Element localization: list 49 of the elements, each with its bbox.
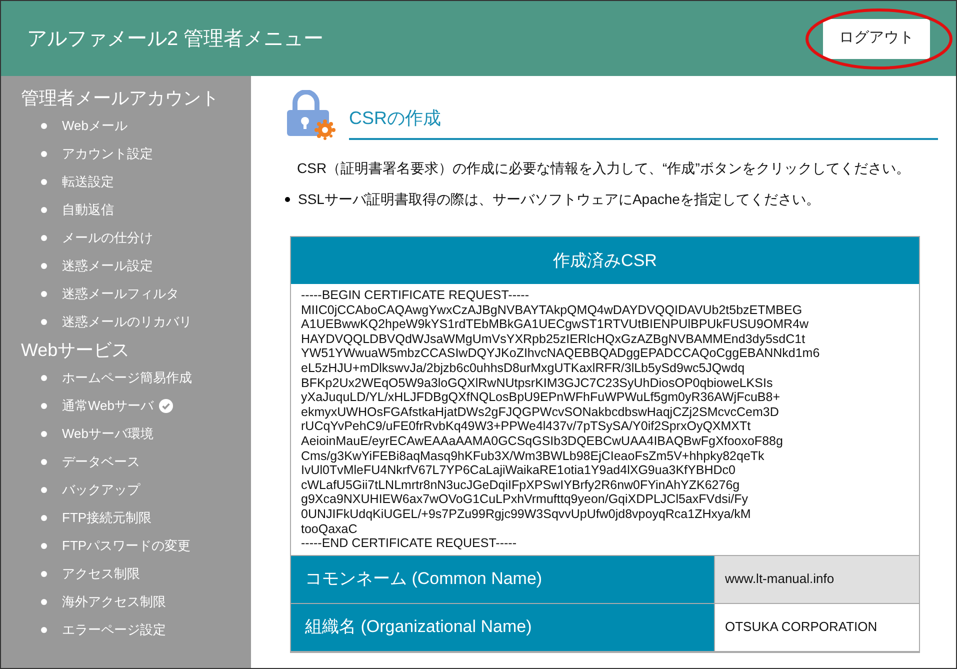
sidebar-link[interactable]: FTPパスワードの変更 [62, 536, 191, 556]
logout-button[interactable]: ログアウト [823, 18, 930, 58]
page-title: CSRの作成 [349, 108, 442, 128]
sidebar-link[interactable]: ホームページ簡易作成 [62, 368, 192, 388]
bullet-icon [41, 319, 47, 325]
bullet-icon [41, 431, 47, 437]
sidebar-link[interactable]: 通常Webサーバ [62, 396, 154, 416]
bullet-icon [41, 515, 47, 521]
sidebar-link[interactable]: 自動返信 [62, 200, 114, 220]
bullet-icon [41, 207, 47, 213]
app-title: アルファメール2 管理者メニュー [27, 26, 324, 52]
bullet-icon [41, 627, 47, 633]
bullet-icon [41, 375, 47, 381]
intro-text: CSR（証明書署名要求）の作成に必要な情報を入力して、“作成”ボタンをクリックしてください。 [297, 159, 910, 178]
sidebar-link[interactable]: Webサーバ環境 [62, 424, 154, 444]
sidebar-link[interactable]: 海外アクセス制限 [62, 592, 166, 612]
field-label: コモンネーム (Common Name) [291, 556, 715, 603]
sidebar-link[interactable]: エラーページ設定 [62, 620, 166, 640]
sidebar-link[interactable]: 転送設定 [62, 172, 114, 192]
bullet-icon [41, 235, 47, 241]
bullet-icon [285, 197, 290, 202]
sidebar-link[interactable]: メールの仕分け [62, 228, 153, 248]
sidebar-link[interactable]: Webメール [62, 116, 128, 136]
bullet-icon [41, 571, 47, 577]
bullet-icon [41, 487, 47, 493]
sidebar-link[interactable]: 迷惑メール設定 [62, 256, 153, 276]
bullet-icon [41, 403, 47, 409]
bullet-icon [41, 543, 47, 549]
sidebar-link[interactable]: FTP接続元制限 [62, 508, 152, 528]
bullet-icon [41, 599, 47, 605]
sidebar-link[interactable]: データベース [62, 452, 140, 472]
bullet-icon [41, 123, 47, 129]
sidebar-link[interactable]: 迷惑メールのリカバリ [62, 312, 192, 332]
sidebar-section-title: 管理者メールアカウント [21, 87, 219, 110]
bullet-icon [41, 291, 47, 297]
note-text: SSLサーバ証明書取得の際は、サーバソフトウェアにApacheを指定してください。 [298, 190, 820, 209]
sidebar-link[interactable]: アカウント設定 [62, 144, 153, 164]
bullet-icon [41, 151, 47, 157]
lock-gear-icon [285, 90, 337, 140]
bullet-icon [41, 263, 47, 269]
sidebar-section-title: Webサービス [21, 339, 130, 362]
table-header: 作成済みCSR [291, 237, 919, 284]
field-label: 組織名 (Organizational Name) [291, 604, 715, 651]
bullet-icon [41, 179, 47, 185]
bullet-icon [41, 459, 47, 465]
field-value: www.lt-manual.info [715, 556, 919, 603]
sidebar-link[interactable]: アクセス制限 [62, 564, 140, 584]
sidebar-link[interactable]: バックアップ [62, 480, 140, 500]
sidebar-link[interactable]: 迷惑メールフィルタ [62, 284, 179, 304]
